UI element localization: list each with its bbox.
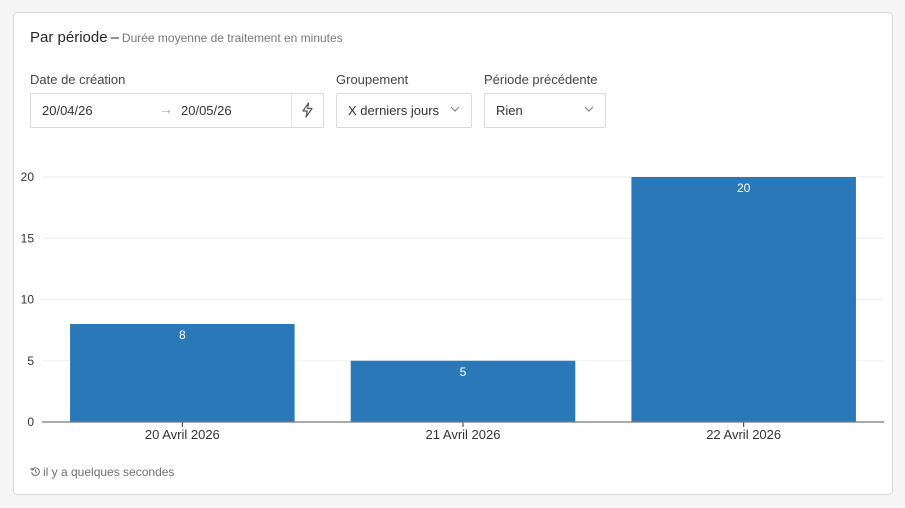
previous-period-selected-value: Rien: [496, 103, 523, 118]
y-tick-label: 0: [27, 415, 34, 429]
bar-value-label: 20: [737, 181, 751, 195]
title-separator: –: [110, 29, 119, 46]
bar-value-label: 8: [179, 328, 186, 342]
bar-value-label: 5: [460, 365, 467, 379]
previous-period-select[interactable]: Rien: [484, 93, 606, 128]
date-range-label: Date de création: [30, 72, 126, 87]
x-tick-label: 21 Avril 2026: [426, 427, 501, 442]
chevron-down-icon: [584, 106, 594, 112]
arrow-right-icon: →: [159, 101, 173, 117]
y-tick-label: 5: [27, 354, 34, 368]
grouping-label: Groupement: [336, 72, 409, 87]
date-range-picker[interactable]: 20/04/26 → 20/05/26: [30, 93, 324, 128]
x-tick-label: 20 Avril 2026: [145, 427, 220, 442]
y-tick-label: 10: [21, 293, 35, 307]
bar: [631, 177, 856, 422]
grouping-select[interactable]: X derniers jours: [336, 93, 472, 128]
grouping-selected-value: X derniers jours: [348, 103, 440, 118]
card-subtitle: Durée moyenne de traitement en minutes: [121, 31, 343, 45]
previous-period-label: Période précédente: [484, 72, 598, 87]
lightning-icon: [302, 102, 313, 118]
y-tick-label: 15: [21, 231, 35, 245]
date-start-input[interactable]: 20/04/26: [42, 103, 93, 118]
card-title: Par période: [30, 29, 108, 46]
date-end-input[interactable]: 20/05/26: [181, 103, 232, 118]
y-tick-label: 20: [21, 170, 35, 184]
last-updated: il y a quelques secondes: [30, 465, 174, 479]
card-header: Par période – Durée moyenne de traitement …: [30, 29, 343, 47]
last-updated-text: il y a quelques secondes: [43, 465, 175, 479]
quick-range-button[interactable]: [291, 94, 323, 127]
chevron-down-icon: [450, 106, 460, 112]
x-tick-label: 22 Avril 2026: [706, 427, 781, 442]
history-icon: [30, 467, 40, 476]
